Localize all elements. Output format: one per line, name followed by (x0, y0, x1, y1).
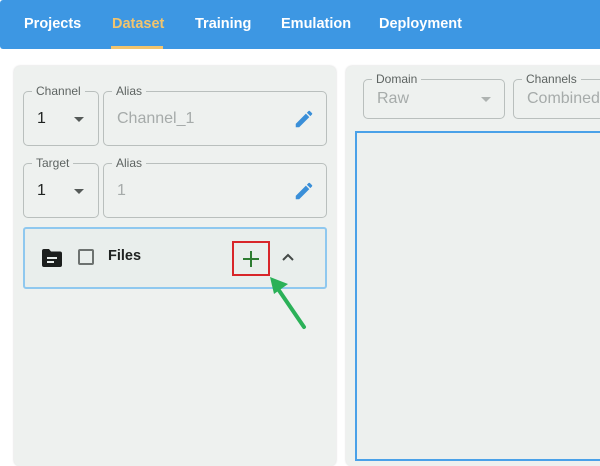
domain-select-label: Domain (372, 72, 422, 86)
tab-dataset[interactable]: Dataset (112, 0, 164, 49)
files-label: Files (108, 248, 142, 264)
tab-training[interactable]: Training (195, 0, 251, 49)
target-select-value: 1 (37, 182, 46, 199)
target-alias-label: Alias (112, 156, 147, 170)
active-tab-indicator (111, 46, 163, 49)
channel-select-label: Channel (32, 84, 85, 98)
tab-deployment[interactable]: Deployment (379, 0, 462, 49)
target-alias-field[interactable]: Alias 1 (103, 156, 327, 218)
target-alias-value: 1 (117, 182, 126, 199)
channels-select[interactable]: Channels Combined (513, 72, 600, 119)
channel-alias-label: Alias (112, 84, 147, 98)
plot-area[interactable] (355, 131, 600, 461)
pencil-icon[interactable] (293, 180, 315, 202)
channel-alias-field[interactable]: Alias Channel_1 (103, 84, 327, 146)
target-select[interactable]: Target 1 (23, 156, 99, 218)
top-nav-bar: Projects Dataset Training Emulation Depl… (0, 0, 600, 49)
plus-icon[interactable] (243, 251, 259, 267)
channel-select[interactable]: Channel 1 (23, 84, 99, 146)
caret-down-icon (74, 117, 84, 122)
files-select-all-checkbox[interactable] (78, 249, 94, 265)
tab-emulation[interactable]: Emulation (281, 0, 351, 49)
domain-select[interactable]: Domain Raw (363, 72, 505, 119)
add-files-highlight[interactable] (232, 241, 270, 276)
channel-select-value: 1 (37, 110, 46, 127)
domain-select-value: Raw (377, 90, 410, 107)
target-select-label: Target (32, 156, 74, 170)
channels-select-value: Combined (527, 90, 600, 107)
caret-down-icon (74, 189, 84, 194)
channel-alias-value: Channel_1 (117, 110, 195, 127)
chevron-up-icon[interactable] (281, 252, 295, 262)
channels-select-label: Channels (522, 72, 581, 86)
tab-projects[interactable]: Projects (24, 0, 81, 49)
pencil-icon[interactable] (293, 108, 315, 130)
folder-open-icon (42, 249, 62, 267)
caret-down-icon (481, 97, 491, 102)
annotation-arrow-icon (270, 277, 306, 329)
